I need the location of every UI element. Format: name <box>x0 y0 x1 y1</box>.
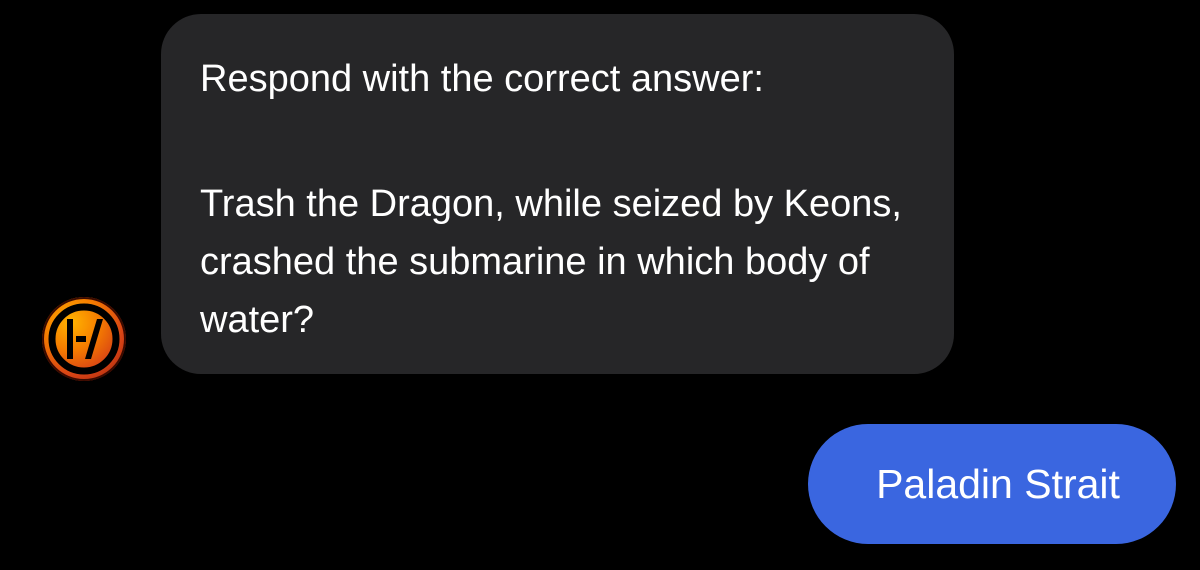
contact-avatar[interactable] <box>42 297 126 381</box>
message-prompt-text: Respond with the correct answer: <box>200 58 764 100</box>
twenty-one-pilots-logo-icon <box>48 303 120 375</box>
incoming-message-bubble[interactable]: Respond with the correct answer: Trash t… <box>161 14 954 374</box>
message-thread: Respond with the correct answer: Trash t… <box>0 0 1200 570</box>
incoming-message-row: Respond with the correct answer: Trash t… <box>0 0 1200 400</box>
outgoing-message-text: Paladin Strait <box>876 461 1120 507</box>
outgoing-message-bubble[interactable]: Paladin Strait <box>808 424 1176 544</box>
message-question-text: Trash the Dragon, while seized by Keons,… <box>200 183 902 341</box>
